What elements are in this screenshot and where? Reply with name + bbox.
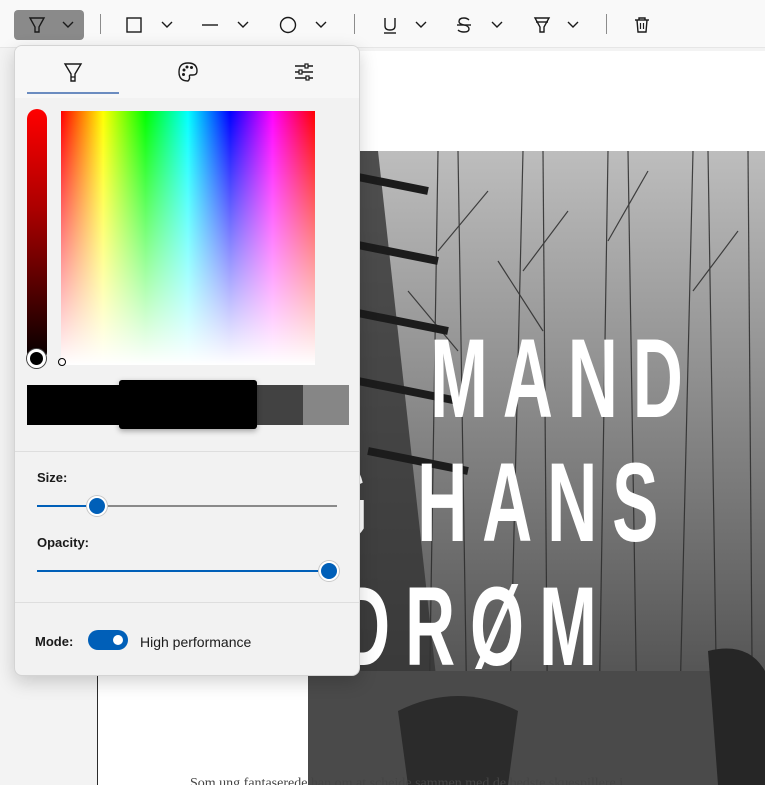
- opacity-label: Opacity:: [37, 535, 90, 550]
- ellipse-tool-button[interactable]: [272, 10, 332, 40]
- highlighter-tool-button[interactable]: [14, 10, 84, 40]
- highlighter-icon: [63, 63, 83, 82]
- document-photo: MAND G HANS DRØM: [308, 151, 765, 785]
- marker-tool-button[interactable]: [526, 10, 586, 40]
- shade-slider-thumb[interactable]: [27, 349, 46, 368]
- palette-icon: [178, 62, 198, 82]
- strikethrough-icon: [457, 17, 503, 33]
- size-slider-thumb[interactable]: [87, 496, 107, 516]
- delete-icon: [635, 17, 649, 33]
- mode-toggle-knob: [113, 635, 123, 645]
- pen-settings-panel: Size: Opacity: Mode: High performance: [14, 45, 360, 676]
- rectangle-icon: [126, 17, 173, 33]
- strikethrough-tool-button[interactable]: [448, 10, 508, 40]
- color-spectrum[interactable]: [61, 111, 315, 365]
- mode-toggle[interactable]: [88, 630, 128, 650]
- color-spectrum-selector[interactable]: [58, 358, 66, 366]
- tab-palette[interactable]: [142, 52, 234, 92]
- size-label: Size:: [37, 470, 68, 485]
- toolbar-separator: [606, 14, 607, 34]
- shade-slider[interactable]: [27, 109, 47, 362]
- panel-divider: [15, 451, 359, 452]
- annotation-toolbar: [0, 0, 765, 48]
- active-tab-indicator: [27, 92, 119, 94]
- highlighter-icon: [28, 17, 74, 33]
- tab-sliders[interactable]: [258, 52, 350, 92]
- toolbar-separator: [354, 14, 355, 34]
- mode-label: Mode:: [35, 634, 74, 649]
- panel-tabs: [15, 46, 359, 98]
- document-caption-text: Som ung fantaserede han om at scheide sa…: [190, 776, 624, 785]
- panel-divider: [15, 602, 359, 603]
- recent-color-swatches: [27, 380, 349, 429]
- color-swatch[interactable]: [303, 385, 349, 425]
- opacity-slider-thumb[interactable]: [319, 561, 339, 581]
- photo-title-line-1: MAND: [430, 316, 698, 441]
- tab-highlighter[interactable]: [27, 52, 119, 92]
- underline-icon: [384, 18, 427, 34]
- marker-icon: [533, 17, 579, 33]
- ellipse-icon: [279, 16, 327, 34]
- underline-tool-button[interactable]: [374, 10, 434, 40]
- line-tool-button[interactable]: [194, 10, 254, 40]
- opacity-slider-fill: [37, 570, 337, 572]
- photo-title-line-3: DRØM: [340, 564, 612, 689]
- color-swatch[interactable]: [27, 385, 119, 425]
- mode-value-text: High performance: [140, 634, 252, 650]
- line-icon: [202, 21, 249, 28]
- sliders-icon: [295, 63, 313, 81]
- delete-button[interactable]: [628, 10, 656, 40]
- color-swatch-selected[interactable]: [119, 380, 257, 429]
- rectangle-tool-button[interactable]: [118, 10, 178, 40]
- toolbar-separator: [100, 14, 101, 34]
- color-swatch[interactable]: [256, 385, 303, 425]
